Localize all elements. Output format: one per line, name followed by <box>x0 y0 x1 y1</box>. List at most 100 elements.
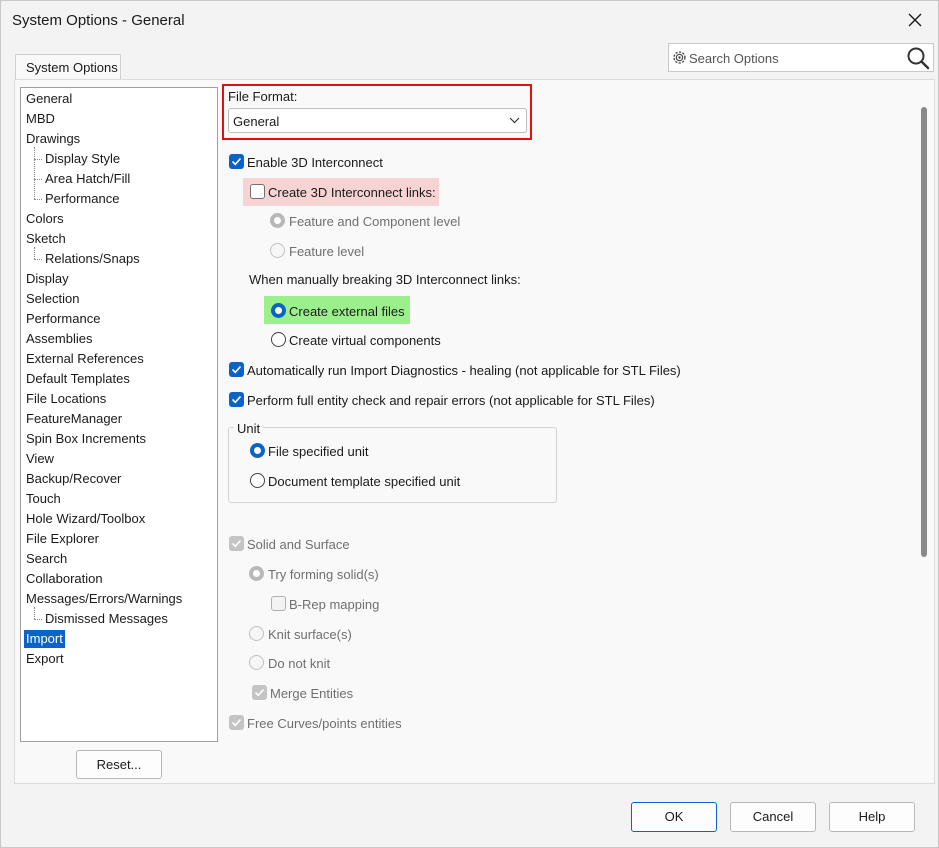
tree-item[interactable]: FeatureManager <box>24 410 124 428</box>
tree-item[interactable]: Area Hatch/Fill <box>43 170 132 188</box>
options-tree[interactable]: General MBD Drawings Display Style Area Hatc… <box>20 87 218 742</box>
tree-item[interactable]: Default Templates <box>24 370 132 388</box>
enable-3d-interconnect-checkbox[interactable] <box>229 154 244 169</box>
tree-item[interactable]: File Explorer <box>24 530 101 548</box>
merge-entities-checkbox[interactable] <box>252 685 267 700</box>
unit-groupbox <box>228 427 557 503</box>
create-virtual-components-radio[interactable] <box>271 332 286 347</box>
file-format-label: File Format: <box>228 89 298 104</box>
create-virtual-components-label[interactable]: Create virtual components <box>289 333 441 348</box>
full-entity-check-label[interactable]: Perform full entity check and repair err… <box>247 393 655 408</box>
tree-item[interactable]: View <box>24 450 56 468</box>
tree-item[interactable]: General <box>24 90 74 108</box>
document-template-unit-label[interactable]: Document template specified unit <box>268 474 460 489</box>
tree-item[interactable]: Sketch <box>24 230 68 248</box>
tree-item[interactable]: Touch <box>24 490 63 508</box>
tree-item[interactable]: File Locations <box>24 390 108 408</box>
try-forming-solids-radio[interactable] <box>249 566 264 581</box>
file-specified-unit-label[interactable]: File specified unit <box>268 444 368 459</box>
do-not-knit-label[interactable]: Do not knit <box>268 656 330 671</box>
window-title: System Options - General <box>12 12 185 29</box>
tree-connector <box>34 619 42 620</box>
tree-item[interactable]: MBD <box>24 110 57 128</box>
gear-icon[interactable] <box>671 49 688 66</box>
free-curves-checkbox[interactable] <box>229 715 244 730</box>
scrollbar-thumb[interactable] <box>921 107 927 557</box>
tree-item[interactable]: Messages/Errors/Warnings <box>24 590 184 608</box>
chevron-down-icon <box>509 117 520 124</box>
tab-label: System Options <box>26 60 118 75</box>
create-external-files-radio[interactable] <box>271 303 286 318</box>
try-forming-solids-label[interactable]: Try forming solid(s) <box>268 567 379 582</box>
reset-button[interactable]: Reset... <box>76 750 162 779</box>
tree-connector <box>34 147 35 199</box>
tree-connector <box>34 607 35 619</box>
tree-item[interactable]: Relations/Snaps <box>43 250 142 268</box>
full-entity-check-checkbox[interactable] <box>229 392 244 407</box>
help-button[interactable]: Help <box>829 802 915 832</box>
tree-item[interactable]: Selection <box>24 290 81 308</box>
tree-item[interactable]: Search <box>24 550 69 568</box>
feature-component-level-radio[interactable] <box>270 213 285 228</box>
checkmark-icon <box>231 157 242 166</box>
knit-surfaces-radio[interactable] <box>249 626 264 641</box>
tree-item[interactable]: Display Style <box>43 150 122 168</box>
tree-item[interactable]: Drawings <box>24 130 82 148</box>
tree-item[interactable]: Export <box>24 650 66 668</box>
solid-surface-label[interactable]: Solid and Surface <box>247 537 350 552</box>
cancel-button[interactable]: Cancel <box>730 802 816 832</box>
file-specified-unit-radio[interactable] <box>250 443 265 458</box>
checkmark-icon <box>254 688 265 697</box>
search-icon[interactable] <box>906 46 930 70</box>
feature-component-level-label[interactable]: Feature and Component level <box>289 214 460 229</box>
tree-item[interactable]: Import <box>24 630 65 648</box>
tree-connector <box>34 179 42 180</box>
title-bar: System Options - General <box>1 1 938 39</box>
file-format-select[interactable]: General <box>228 108 527 133</box>
checkmark-icon <box>231 365 242 374</box>
create-links-checkbox[interactable] <box>250 184 265 199</box>
merge-entities-label[interactable]: Merge Entities <box>270 686 353 701</box>
tree-item[interactable]: Display <box>24 270 71 288</box>
tree-item[interactable]: Performance <box>24 310 102 328</box>
unit-group-label: Unit <box>234 421 264 436</box>
tree-item[interactable]: Dismissed Messages <box>43 610 170 628</box>
solid-surface-checkbox[interactable] <box>229 536 244 551</box>
tree-item[interactable]: Performance <box>43 190 121 208</box>
tree-item[interactable]: Spin Box Increments <box>24 430 148 448</box>
feature-level-radio[interactable] <box>270 243 285 258</box>
tab-system-options[interactable]: System Options <box>15 54 121 80</box>
tree-item[interactable]: Collaboration <box>24 570 105 588</box>
tree-item[interactable]: Backup/Recover <box>24 470 123 488</box>
brep-mapping-label[interactable]: B-Rep mapping <box>289 597 379 612</box>
brep-mapping-checkbox[interactable] <box>271 596 286 611</box>
auto-import-diagnostics-checkbox[interactable] <box>229 362 244 377</box>
feature-level-label[interactable]: Feature level <box>289 244 364 259</box>
tree-connector <box>34 247 35 259</box>
checkmark-icon <box>231 539 242 548</box>
search-input[interactable] <box>689 49 899 67</box>
close-icon <box>908 13 922 27</box>
create-links-label[interactable]: Create 3D Interconnect links: <box>268 185 436 200</box>
enable-3d-interconnect-label[interactable]: Enable 3D Interconnect <box>247 155 383 170</box>
tree-item[interactable]: Assemblies <box>24 330 94 348</box>
close-button[interactable] <box>900 5 930 35</box>
manual-break-label: When manually breaking 3D Interconnect l… <box>249 272 521 287</box>
tree-connector <box>34 159 42 160</box>
tree-connector <box>34 199 42 200</box>
knit-surfaces-label[interactable]: Knit surface(s) <box>268 627 352 642</box>
system-options-dialog: System Options - General System Options … <box>0 0 939 848</box>
create-external-files-label[interactable]: Create external files <box>289 304 405 319</box>
document-template-unit-radio[interactable] <box>250 473 265 488</box>
search-options-box[interactable] <box>668 43 934 72</box>
tree-item[interactable]: Colors <box>24 210 66 228</box>
auto-import-diagnostics-label[interactable]: Automatically run Import Diagnostics - h… <box>247 363 681 378</box>
file-format-value: General <box>233 114 280 129</box>
do-not-knit-radio[interactable] <box>249 655 264 670</box>
free-curves-label[interactable]: Free Curves/points entities <box>247 716 402 731</box>
ok-button[interactable]: OK <box>631 802 717 832</box>
tree-item[interactable]: Hole Wizard/Toolbox <box>24 510 147 528</box>
tree-item[interactable]: External References <box>24 350 146 368</box>
checkmark-icon <box>231 718 242 727</box>
tree-connector <box>34 259 42 260</box>
